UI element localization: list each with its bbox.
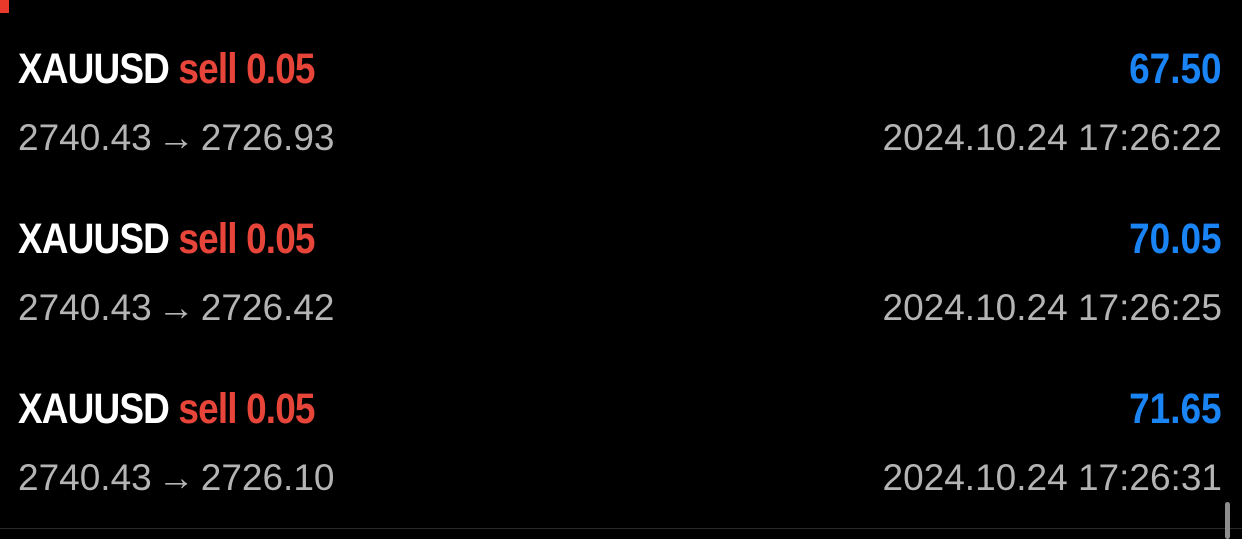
arrow-right-icon: →: [157, 287, 195, 328]
deal-profit: 70.05: [1129, 215, 1222, 263]
deal-volume: 0.05: [246, 215, 315, 263]
deal-side: sell: [178, 385, 237, 433]
deal-open-price: 2740.43: [18, 117, 152, 158]
deal-close-price: 2726.10: [200, 457, 335, 498]
deal-symbol: XAUUSD: [18, 215, 170, 263]
deal-prices: 2740.43 → 2726.93: [18, 116, 335, 160]
deal-row[interactable]: XAUUSD sell 0.05 71.65 2740.43 → 2726.10 2…: [0, 340, 1242, 510]
scrollbar-thumb[interactable]: [1225, 502, 1230, 539]
deal-open-price: 2740.43: [18, 287, 152, 328]
deal-title: XAUUSD sell 0.05: [18, 384, 315, 434]
deal-prices: 2740.43 → 2726.10: [18, 456, 335, 500]
deal-symbol: XAUUSD: [18, 385, 170, 433]
deal-title: XAUUSD sell 0.05: [18, 44, 315, 94]
arrow-right-icon: →: [157, 457, 195, 498]
deal-close-price: 2726.42: [200, 287, 335, 328]
list-divider: [0, 528, 1242, 529]
deal-side: sell: [178, 215, 237, 263]
deal-title: XAUUSD sell 0.05: [18, 214, 315, 264]
deal-volume: 0.05: [246, 45, 315, 93]
deal-profit: 67.50: [1129, 45, 1222, 93]
deal-close-price: 2726.93: [200, 117, 335, 158]
arrow-right-icon: →: [157, 117, 195, 158]
deal-row[interactable]: XAUUSD sell 0.05 70.05 2740.43 → 2726.42 2…: [0, 170, 1242, 340]
deal-time: 2024.10.24 17:26:31: [882, 457, 1223, 498]
deal-symbol: XAUUSD: [18, 45, 170, 93]
deal-row[interactable]: XAUUSD sell 0.05 67.50 2740.43 → 2726.93 2…: [0, 0, 1242, 170]
deal-profit: 71.65: [1129, 385, 1222, 433]
deal-prices: 2740.43 → 2726.42: [18, 286, 335, 330]
deal-open-price: 2740.43: [18, 457, 152, 498]
deal-side: sell: [178, 45, 237, 93]
deal-volume: 0.05: [246, 385, 315, 433]
deal-time: 2024.10.24 17:26:25: [882, 287, 1223, 328]
deal-time: 2024.10.24 17:26:22: [882, 117, 1223, 158]
